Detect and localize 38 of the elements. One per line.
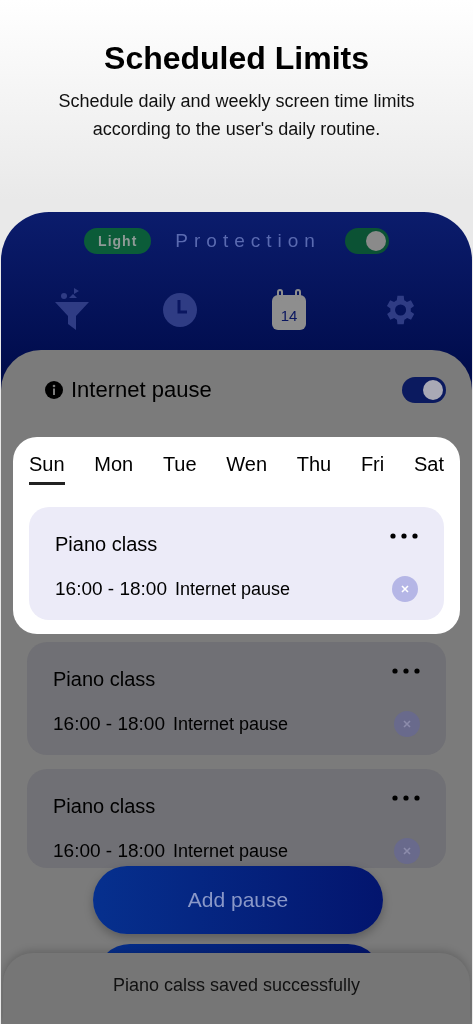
day-tab[interactable]: Fri (360, 453, 385, 485)
delete-button[interactable] (394, 711, 420, 737)
page-subtitle: Schedule daily and weekly screen time limits according to the user's daily routine. (57, 90, 416, 141)
internet-pause-label: Internet pause (71, 377, 213, 403)
pause-title: Piano class (53, 668, 156, 691)
page-title: Scheduled Limits (103, 40, 370, 77)
pause-time: 16:00 - 18:00 (55, 578, 167, 600)
more-icon[interactable] (390, 533, 418, 539)
day-tab[interactable]: Mon (94, 453, 134, 485)
clock-icon[interactable] (162, 292, 199, 328)
day-tab[interactable]: Sat (413, 453, 444, 485)
pause-card[interactable]: Piano class 16:00 - 18:00 Internet pause (29, 507, 444, 620)
pause-type: Internet pause (173, 713, 290, 735)
add-pause-button[interactable]: Add pause (93, 866, 383, 934)
mode-badge: Light (84, 228, 152, 254)
pause-title: Piano class (53, 795, 156, 818)
day-tab[interactable]: Tue (162, 453, 197, 485)
pause-time: 16:00 - 18:00 (53, 713, 165, 735)
pause-type: Internet pause (175, 578, 292, 600)
pause-card[interactable]: Piano class 16:00 - 18:00 Internet pause (27, 642, 446, 755)
close-icon (403, 720, 411, 728)
pause-card[interactable]: Piano class 16:00 - 18:00 Internet pause (27, 769, 446, 868)
day-tab[interactable]: Wen (226, 453, 268, 485)
filter-icon[interactable] (55, 288, 90, 332)
protection-toggle[interactable] (344, 228, 389, 254)
pause-time: 16:00 - 18:00 (53, 840, 165, 862)
day-tab[interactable]: Sun (29, 453, 65, 485)
close-icon (403, 847, 411, 855)
internet-pause-toggle[interactable] (402, 377, 446, 403)
close-icon (401, 585, 409, 593)
day-tab[interactable]: Thu (296, 453, 332, 485)
delete-button[interactable] (392, 576, 418, 602)
toast-message: Piano calss saved successfully (112, 975, 361, 997)
delete-button[interactable] (394, 838, 420, 864)
pause-type: Internet pause (173, 840, 290, 862)
protection-label: Protection (175, 230, 321, 252)
pause-title: Piano class (55, 533, 158, 556)
info-icon (45, 381, 63, 399)
